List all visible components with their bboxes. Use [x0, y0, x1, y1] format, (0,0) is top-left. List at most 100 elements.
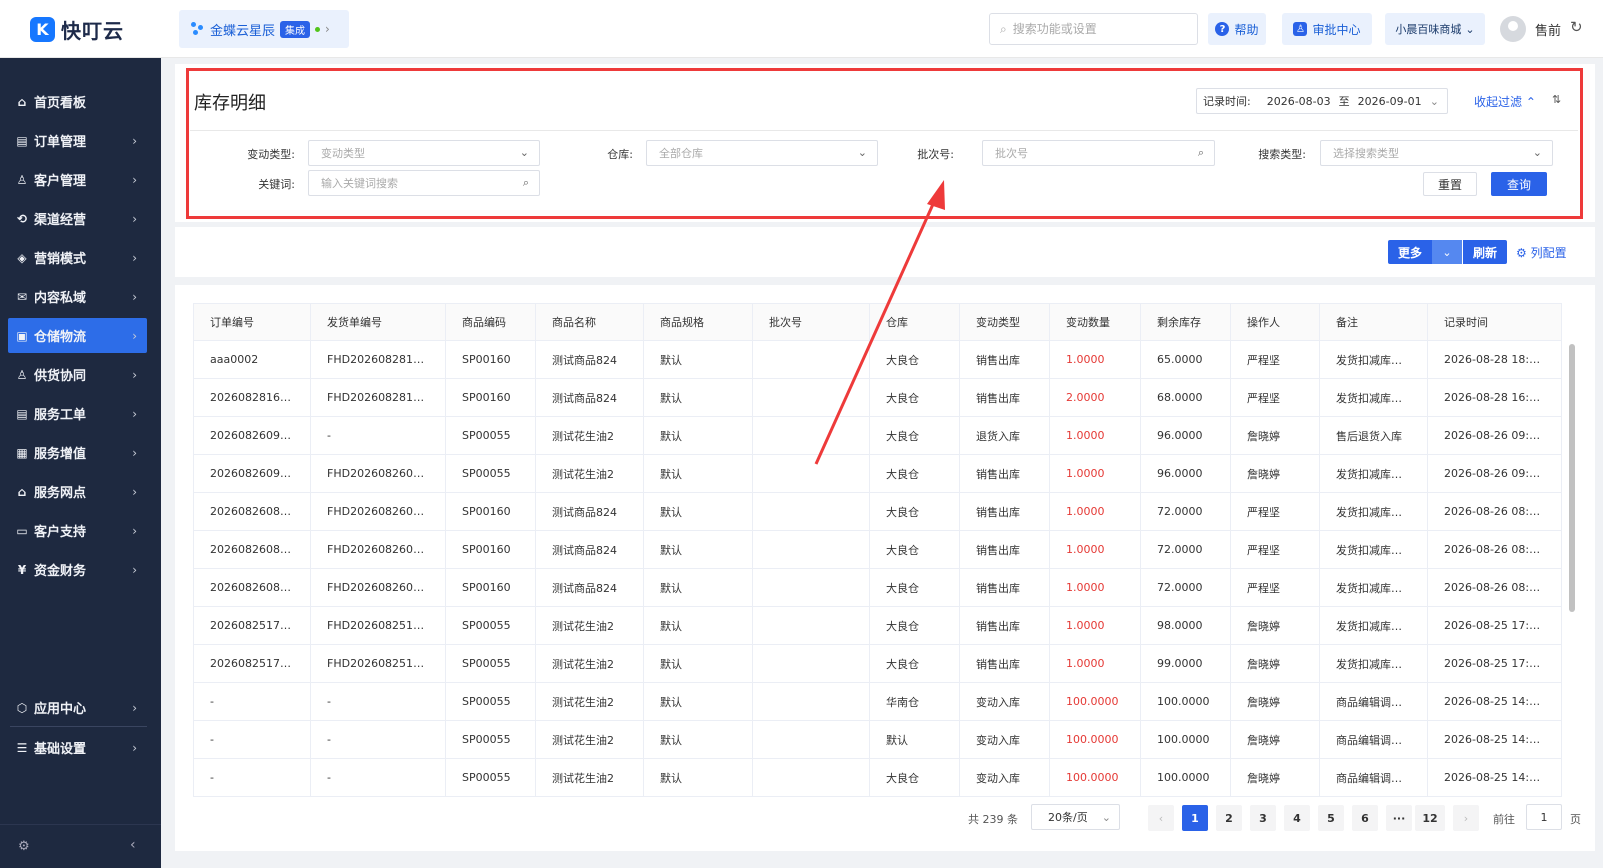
app-logo[interactable]: K 快叮云: [30, 15, 124, 44]
column-header[interactable]: 变动类型: [959, 303, 1050, 341]
approval-center-button[interactable]: ♙ 审批中心: [1282, 13, 1372, 45]
table-cell: 100.0000: [1049, 682, 1141, 721]
table-row[interactable]: 20260825175756... FHD20260825175... SP0005…: [193, 606, 1562, 645]
table-row[interactable]: - - SP00055 测试花生油2 默认 大良仓 变动入库 100.0000 100.0000…: [193, 758, 1562, 797]
warehouse-select[interactable]: 全部仓库 ⌄: [646, 140, 878, 166]
integration-chip[interactable]: 金蝶云星辰 集成 ›: [179, 10, 349, 48]
avatar[interactable]: [1500, 16, 1526, 42]
sidebar-item-10[interactable]: ⌂ 服务网点 ›: [8, 474, 147, 509]
page-button[interactable]: 4: [1284, 805, 1310, 831]
column-header[interactable]: 商品规格: [643, 303, 753, 341]
date-start[interactable]: 2026-08-03: [1267, 95, 1331, 108]
search-icon: ⌕: [1000, 21, 1007, 36]
table-row[interactable]: 20260825175445... FHD20260825175... SP0005…: [193, 644, 1562, 683]
table-row[interactable]: 20260826090455... - SP00055 测试花生油2 默认 大良仓 退货入库…: [193, 416, 1562, 455]
sort-icon[interactable]: ⇅: [1552, 93, 1561, 106]
column-header[interactable]: 批次号: [752, 303, 870, 341]
sidebar-item-5[interactable]: ✉ 内容私域 ›: [8, 279, 147, 314]
keyword-field[interactable]: ⌕: [308, 170, 540, 196]
column-header[interactable]: 剩余库存: [1140, 303, 1231, 341]
record-time-range[interactable]: 记录时间: 2026-08-03 至 2026-09-01 ⌄: [1196, 88, 1448, 114]
store-selector[interactable]: 小晨百味商城 ⌄: [1385, 13, 1485, 45]
column-header[interactable]: 订单编号: [193, 303, 311, 341]
user-icon: ♙: [1293, 22, 1308, 36]
page-button[interactable]: 1: [1182, 805, 1208, 831]
table-cell: 100.0000: [1140, 720, 1231, 759]
table-cell: 72.0000: [1140, 530, 1231, 569]
table-row[interactable]: - - SP00055 测试花生油2 默认 华南仓 变动入库 100.0000 100.0000…: [193, 682, 1562, 721]
table-cell: 20260825175445...: [193, 644, 311, 683]
query-button[interactable]: 查询: [1491, 172, 1547, 196]
table-row[interactable]: 20260828161758... FHD20260828161... SP0016…: [193, 378, 1562, 417]
column-header[interactable]: 发货单编号: [310, 303, 446, 341]
sidebar-item-7[interactable]: ♙ 供货协同 ›: [8, 357, 147, 392]
goto-page-input[interactable]: 1: [1526, 804, 1562, 830]
refresh-button[interactable]: 刷新: [1463, 240, 1507, 264]
collapse-sidebar-icon[interactable]: ‹: [130, 837, 136, 853]
table-row[interactable]: 20260826083048... FHD20260826083... SP0016…: [193, 492, 1562, 531]
table-row[interactable]: 20260826083048... FHD20260826083... SP0016…: [193, 568, 1562, 607]
sidebar-item-4[interactable]: ◈ 营销模式 ›: [8, 240, 147, 275]
global-search-input[interactable]: [1012, 22, 1183, 36]
change-type-select[interactable]: 变动类型 ⌄: [308, 140, 540, 166]
refresh-icon[interactable]: ↻: [1570, 18, 1583, 36]
sidebar-bottom-item-0[interactable]: ⬡ 应用中心 ›: [8, 690, 147, 725]
sidebar-item-label: 首页看板: [34, 96, 87, 111]
sidebar-item-3[interactable]: ⟲ 渠道经营 ›: [8, 201, 147, 236]
column-header[interactable]: 操作人: [1230, 303, 1320, 341]
sidebar-item-9[interactable]: ▦ 服务增值 ›: [8, 435, 147, 470]
column-header[interactable]: 商品编码: [445, 303, 536, 341]
sidebar-item-8[interactable]: ▤ 服务工单 ›: [8, 396, 147, 431]
page-button[interactable]: ···: [1386, 805, 1412, 831]
table-cell: 默认: [643, 492, 753, 531]
page-title: 库存明细: [194, 93, 266, 114]
chevron-right-icon: ›: [325, 22, 330, 36]
user-name[interactable]: 售前: [1535, 20, 1561, 39]
prev-page-button[interactable]: ‹: [1148, 805, 1174, 831]
search-type-select[interactable]: 选择搜索类型 ⌄: [1320, 140, 1553, 166]
column-header[interactable]: 变动数量: [1049, 303, 1141, 341]
table-cell: 1.0000: [1049, 530, 1141, 569]
page-button[interactable]: 5: [1318, 805, 1344, 831]
chevron-right-icon: ›: [132, 367, 137, 382]
table-row[interactable]: - - SP00055 测试花生油2 默认 默认 变动入库 100.0000 100.0000 詹…: [193, 720, 1562, 759]
gear-icon[interactable]: ⚙: [18, 839, 30, 854]
date-end[interactable]: 2026-09-01: [1358, 95, 1422, 108]
more-button[interactable]: 更多: [1388, 240, 1432, 264]
sidebar-bottom-item-1[interactable]: ☰ 基础设置 ›: [8, 730, 147, 765]
reset-button[interactable]: 重置: [1423, 172, 1477, 196]
sidebar-item-0[interactable]: ⌂ 首页看板: [8, 84, 147, 119]
table-row[interactable]: 20260826090455... FHD20260826091... SP0005…: [193, 454, 1562, 493]
page-button[interactable]: 6: [1352, 805, 1378, 831]
table-cell: 严程坚: [1230, 568, 1320, 607]
chevron-right-icon: ›: [132, 289, 137, 304]
next-page-button[interactable]: ›: [1453, 805, 1479, 831]
table-row[interactable]: aaa0002 FHD20260828180... SP00160 测试商品824 默认…: [193, 340, 1562, 379]
page-button[interactable]: 2: [1216, 805, 1242, 831]
more-dropdown-button[interactable]: ⌄: [1432, 240, 1462, 264]
page-button[interactable]: 12: [1415, 805, 1445, 831]
table-cell: aaa0002: [193, 340, 311, 379]
column-header[interactable]: 仓库: [869, 303, 960, 341]
column-config-button[interactable]: ⚙ 列配置: [1516, 244, 1567, 261]
sidebar-item-11[interactable]: ▭ 客户支持 ›: [8, 513, 147, 548]
help-button[interactable]: ? 帮助: [1208, 13, 1266, 45]
table-row[interactable]: 20260826083048... FHD20260826083... SP0016…: [193, 530, 1562, 569]
keyword-input[interactable]: [321, 176, 507, 190]
sidebar-item-1[interactable]: ▤ 订单管理 ›: [8, 123, 147, 158]
table-scrollbar[interactable]: [1569, 344, 1575, 612]
sidebar-item-12[interactable]: ¥ 资金财务 ›: [8, 552, 147, 587]
table-cell: 2026-08-25 17:55...: [1427, 644, 1562, 683]
sidebar-item-6[interactable]: ▣ 仓储物流 ›: [8, 318, 147, 353]
sidebar-item-2[interactable]: ♙ 客户管理 ›: [8, 162, 147, 197]
collapse-filter-button[interactable]: 收起过滤 ⌃: [1474, 93, 1536, 110]
batch-field[interactable]: ⌕: [982, 140, 1215, 166]
column-header[interactable]: 记录时间: [1427, 303, 1562, 341]
column-header[interactable]: 备注: [1319, 303, 1428, 341]
nav-icon: ♙: [16, 367, 28, 382]
global-search[interactable]: ⌕: [989, 13, 1198, 45]
page-button[interactable]: 3: [1250, 805, 1276, 831]
batch-input[interactable]: [995, 146, 1182, 160]
page-size-select[interactable]: 20条/页 ⌄: [1031, 804, 1120, 830]
column-header[interactable]: 商品名称: [535, 303, 644, 341]
